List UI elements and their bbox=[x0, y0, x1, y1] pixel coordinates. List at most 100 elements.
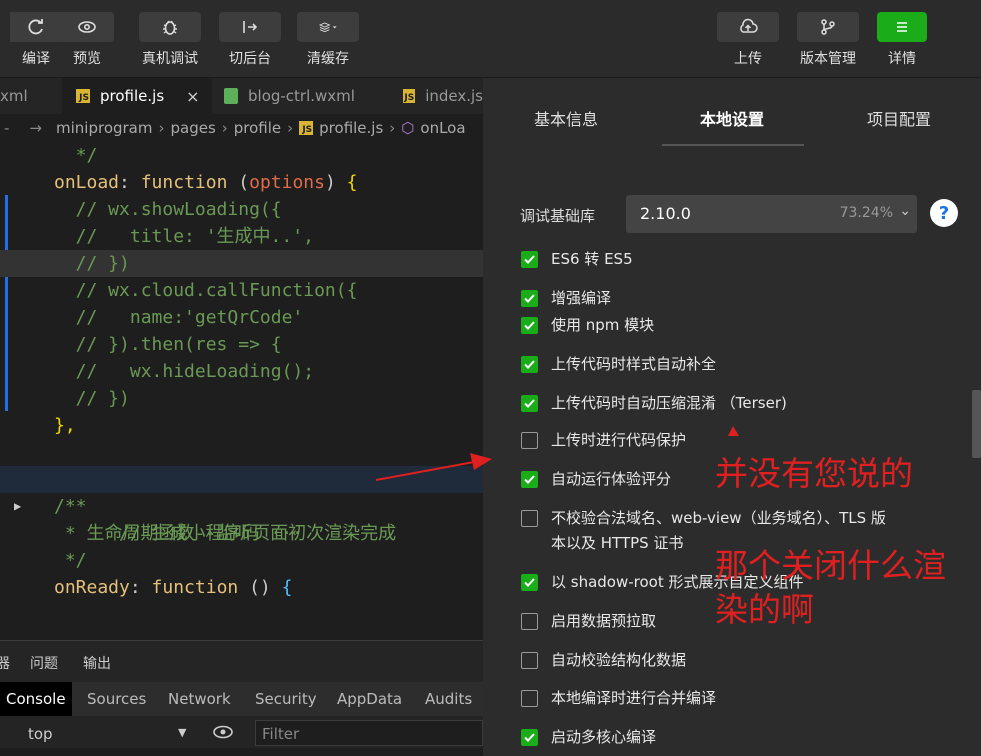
tab-profile-js[interactable]: JS profile.js × bbox=[62, 78, 212, 114]
code-line: */ bbox=[54, 550, 87, 571]
tab-project-config[interactable]: 项目配置 bbox=[867, 106, 931, 130]
wxml-file-icon bbox=[224, 88, 238, 104]
context-select[interactable]: top bbox=[28, 725, 53, 743]
real-device-debug-button[interactable]: 真机调试 bbox=[139, 12, 201, 68]
tab-local-settings[interactable]: 本地设置 bbox=[700, 106, 764, 130]
tab-appdata[interactable]: AppData bbox=[337, 690, 402, 708]
code-line: onReady: function () { bbox=[0, 574, 483, 601]
bug-icon bbox=[139, 12, 201, 42]
settings-tabs: 基本信息 本地设置 项目配置 bbox=[483, 78, 981, 148]
code-text: onLoad: function (options) { bbox=[54, 172, 358, 193]
checkbox-checked-icon[interactable] bbox=[521, 251, 538, 268]
breadcrumb-item[interactable]: pages bbox=[170, 119, 215, 137]
bottom-panel-tabs: 器 问题 输出 bbox=[0, 640, 483, 682]
option-label: 上传代码时样式自动补全 bbox=[551, 355, 717, 373]
option-npm-module[interactable]: 使用 npm 模块 bbox=[521, 316, 654, 338]
option-label: 本地编译时进行合并编译 bbox=[551, 689, 717, 707]
devtools-tabs: Console Sources Network Security AppData… bbox=[0, 682, 483, 716]
checkbox-unchecked-icon[interactable] bbox=[521, 613, 538, 630]
option-label: ES6 转 ES5 bbox=[551, 250, 633, 268]
tab-output[interactable]: 输出 bbox=[83, 653, 111, 673]
option-structured-data-check[interactable]: 自动校验结构化数据 bbox=[521, 651, 686, 673]
breadcrumb-dash: - bbox=[4, 119, 10, 137]
preview-label: 预览 bbox=[73, 51, 101, 67]
code-line: onLoad: function (options) { bbox=[0, 169, 483, 196]
code-line: // }).then(res => { bbox=[54, 334, 282, 355]
option-enhanced-compile[interactable]: 增强编译 bbox=[521, 289, 611, 311]
breadcrumb-item[interactable]: profile.js bbox=[319, 119, 383, 137]
background-label: 切后台 bbox=[229, 51, 271, 67]
breadcrumb-item[interactable]: onLoa bbox=[420, 119, 465, 137]
clear-cache-button[interactable]: 清缓存 bbox=[297, 12, 359, 68]
console-filter-input[interactable]: Filter bbox=[255, 720, 483, 746]
upload-label: 上传 bbox=[734, 51, 762, 67]
checkbox-unchecked-icon[interactable] bbox=[521, 690, 538, 707]
help-icon[interactable]: ? bbox=[930, 199, 958, 227]
console-filter-bar: top ▼ Filter bbox=[0, 716, 483, 750]
tab-blog-ctrl-wxml[interactable]: blog-ctrl.wxml bbox=[216, 78, 386, 114]
option-merge-compile[interactable]: 本地编译时进行合并编译 bbox=[521, 689, 716, 711]
minimap-scrollbar[interactable] bbox=[972, 390, 981, 458]
tab-problems[interactable]: 问题 bbox=[30, 653, 58, 673]
base-library-version: 2.10.0 bbox=[640, 204, 691, 223]
tab-label: profile.js bbox=[100, 87, 165, 105]
code-line: * 生命周期函数--监听页面初次渲染完成 bbox=[54, 523, 397, 544]
chevron-down-icon: ⌄ bbox=[899, 203, 911, 219]
tab-security[interactable]: Security bbox=[255, 690, 317, 708]
breadcrumb-item[interactable]: miniprogram bbox=[56, 119, 152, 137]
checkbox-checked-icon[interactable] bbox=[521, 356, 538, 373]
filter-placeholder: Filter bbox=[262, 725, 300, 743]
option-minify-terser[interactable]: 上传代码时自动压缩混淆 （Terser) bbox=[521, 394, 787, 416]
tab-sources[interactable]: Sources bbox=[87, 690, 146, 708]
option-label: 上传时进行代码保护 bbox=[551, 431, 687, 449]
refresh-icon bbox=[10, 12, 62, 42]
checkbox-unchecked-icon[interactable] bbox=[521, 432, 538, 449]
breadcrumb-item[interactable]: profile bbox=[234, 119, 281, 137]
checkbox-unchecked-icon[interactable] bbox=[521, 652, 538, 669]
tab-network[interactable]: Network bbox=[168, 690, 231, 708]
tab-index-js[interactable]: JS index.js bbox=[395, 78, 483, 114]
code-line: // }) bbox=[54, 388, 130, 409]
compile-label: 编译 bbox=[22, 51, 50, 67]
option-label: 自动运行体验评分 bbox=[551, 470, 672, 488]
cube-icon: ⬡ bbox=[401, 119, 415, 137]
arrow-right-icon: → bbox=[29, 119, 42, 137]
option-data-prefetch[interactable]: 启用数据预拉取 bbox=[521, 612, 656, 634]
checkbox-unchecked-icon[interactable] bbox=[521, 510, 538, 527]
compile-button[interactable]: 编译 bbox=[10, 12, 62, 68]
breadcrumb: - → miniprogram › pages › profile › JS p… bbox=[0, 114, 483, 142]
checkbox-checked-icon[interactable] bbox=[521, 317, 538, 334]
option-label: 增强编译 bbox=[551, 289, 612, 307]
tab-wxml-partial[interactable]: xml bbox=[0, 78, 58, 114]
version-management-button[interactable]: 版本管理 bbox=[797, 12, 859, 68]
code-text: onReady: function () { bbox=[54, 577, 293, 598]
eye-icon[interactable] bbox=[212, 723, 234, 745]
checkbox-checked-icon[interactable] bbox=[521, 290, 538, 307]
code-area[interactable]: */ onLoad: function (options) { // wx.sh… bbox=[0, 142, 483, 640]
close-icon[interactable]: × bbox=[186, 87, 199, 106]
base-library-select[interactable]: 2.10.0 73.24% ⌄ bbox=[626, 195, 917, 233]
checkbox-checked-icon[interactable] bbox=[521, 574, 538, 591]
option-es6-to-es5[interactable]: ES6 转 ES5 bbox=[521, 250, 633, 272]
upload-button[interactable]: 上传 bbox=[717, 12, 779, 68]
code-line-folded[interactable]: ▶ // 生成小程序码 ··· bbox=[0, 466, 483, 544]
active-tab-underline bbox=[662, 144, 804, 146]
tab-basic-info[interactable]: 基本信息 bbox=[534, 106, 598, 130]
option-code-protection[interactable]: 上传时进行代码保护 bbox=[521, 431, 686, 453]
checkbox-checked-icon[interactable] bbox=[521, 471, 538, 488]
option-auto-audit[interactable]: 自动运行体验评分 bbox=[521, 470, 671, 492]
annotation-text-1: 并没有您说的 bbox=[715, 454, 913, 493]
option-style-autocomplete[interactable]: 上传代码时样式自动补全 bbox=[521, 355, 716, 377]
dropdown-arrow-icon[interactable]: ▼ bbox=[178, 726, 186, 739]
preview-button[interactable]: 预览 bbox=[60, 12, 114, 68]
details-button[interactable]: 详情 bbox=[877, 12, 927, 68]
js-file-icon: JS bbox=[403, 89, 416, 103]
tab-audits[interactable]: Audits bbox=[425, 690, 472, 708]
checkbox-checked-icon[interactable] bbox=[521, 395, 538, 412]
tab-debugger[interactable]: 器 bbox=[0, 653, 10, 673]
tab-console[interactable]: Console bbox=[0, 682, 72, 716]
background-button[interactable]: 切后台 bbox=[219, 12, 281, 68]
checkbox-checked-icon[interactable] bbox=[521, 729, 538, 746]
option-multicore-compile[interactable]: 启动多核心编译 bbox=[521, 728, 656, 750]
